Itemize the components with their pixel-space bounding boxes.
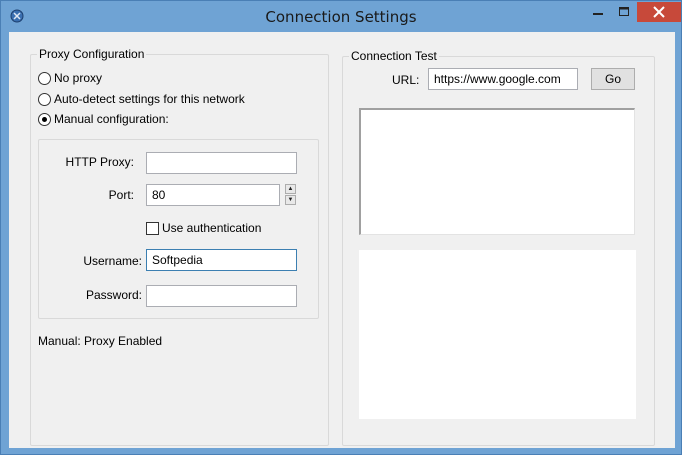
use-authentication-checkbox[interactable]: Use authentication — [146, 221, 261, 235]
radio-manual-configuration-label: Manual configuration: — [54, 112, 169, 126]
password-input[interactable] — [146, 285, 297, 307]
port-input[interactable] — [146, 184, 280, 206]
radio-no-proxy-label: No proxy — [54, 71, 103, 85]
http-proxy-input[interactable] — [146, 152, 297, 174]
url-input[interactable] — [428, 68, 578, 90]
connection-test-preview — [359, 250, 636, 419]
close-button[interactable] — [637, 2, 681, 22]
use-authentication-label: Use authentication — [162, 221, 262, 235]
arrow-down-icon: ▼ — [287, 197, 294, 203]
title-bar[interactable]: Connection Settings — [1, 1, 681, 32]
window-title: Connection Settings — [265, 8, 417, 26]
client-area: Proxy Configuration No proxy Auto-detect… — [9, 32, 675, 448]
connection-test-title: Connection Test — [349, 49, 439, 63]
radio-no-proxy-circle[interactable] — [38, 71, 51, 85]
connection-test-output[interactable] — [359, 108, 635, 235]
connection-settings-window: Connection Settings Proxy Configuration … — [0, 0, 682, 455]
radio-no-proxy[interactable]: No proxy — [38, 71, 102, 85]
port-label: Port: — [108, 188, 134, 202]
radio-manual-configuration-circle[interactable] — [38, 112, 51, 126]
radio-manual-configuration[interactable]: Manual configuration: — [38, 112, 169, 126]
arrow-up-icon: ▲ — [287, 186, 294, 192]
go-button[interactable]: Go — [591, 68, 635, 90]
port-stepper: ▲ ▼ — [285, 184, 296, 206]
http-proxy-label: HTTP Proxy: — [65, 155, 134, 169]
maximize-button[interactable] — [611, 2, 637, 22]
close-icon — [653, 6, 665, 18]
radio-auto-detect-label: Auto-detect settings for this network — [54, 92, 245, 106]
maximize-icon — [619, 7, 629, 16]
url-label: URL: — [392, 73, 420, 87]
password-label: Password: — [85, 288, 142, 302]
port-decrement-button[interactable]: ▼ — [285, 195, 296, 205]
minimize-icon — [593, 13, 603, 15]
proxy-status-text: Manual: Proxy Enabled — [38, 334, 163, 348]
radio-auto-detect-circle[interactable] — [38, 92, 51, 106]
use-authentication-box[interactable] — [146, 221, 159, 235]
proxy-configuration-title: Proxy Configuration — [37, 47, 147, 61]
username-label: Username: — [83, 254, 142, 268]
minimize-button[interactable] — [585, 2, 611, 22]
username-input[interactable] — [146, 249, 297, 271]
port-increment-button[interactable]: ▲ — [285, 184, 296, 194]
radio-auto-detect[interactable]: Auto-detect settings for this network — [38, 92, 245, 106]
